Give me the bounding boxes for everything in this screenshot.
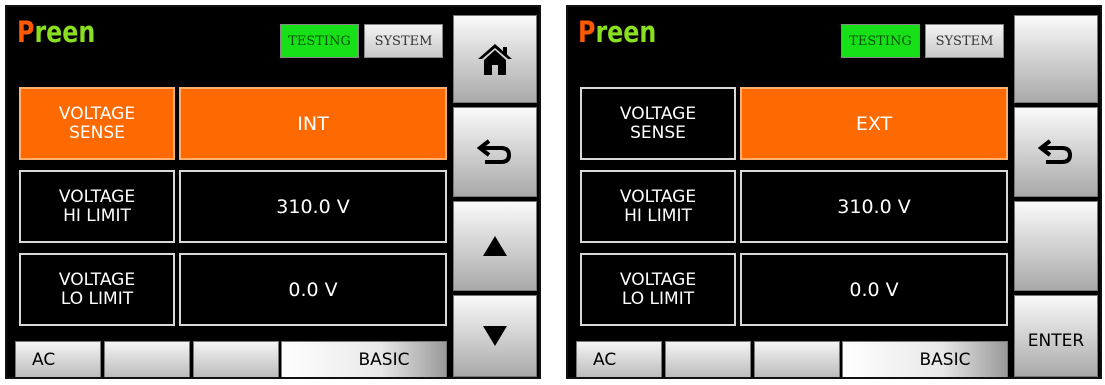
panel-screen-left: Preen TESTING SYSTEM VOLTAGE SENSE INT V…: [5, 5, 541, 379]
back-button[interactable]: [453, 107, 537, 197]
up-button[interactable]: [453, 201, 537, 291]
voltage-lo-limit-value[interactable]: 0.0 V: [740, 253, 1008, 326]
tab-basic[interactable]: BASIC: [842, 341, 1008, 377]
brand-letter-p: P: [17, 15, 35, 49]
voltage-lo-limit-label[interactable]: VOLTAGE LO LIMIT: [580, 253, 736, 326]
enter-button[interactable]: ENTER: [1014, 295, 1098, 377]
panel-screen-right: Preen TESTING SYSTEM VOLTAGE SENSE EXT V…: [566, 5, 1102, 379]
tab-empty-2[interactable]: [754, 341, 840, 377]
system-tab[interactable]: SYSTEM: [364, 24, 443, 58]
brand-text: reen: [595, 15, 657, 49]
back-icon: [1038, 139, 1073, 164]
tab-empty-1[interactable]: [665, 341, 751, 377]
voltage-lo-limit-label[interactable]: VOLTAGE LO LIMIT: [19, 253, 175, 326]
home-icon: [478, 44, 512, 75]
voltage-lo-limit-value[interactable]: 0.0 V: [179, 253, 447, 326]
voltage-sense-value[interactable]: INT: [179, 87, 447, 160]
tab-ac[interactable]: AC: [576, 341, 662, 377]
voltage-hi-limit-value[interactable]: 310.0 V: [179, 170, 447, 243]
brand-text: reen: [34, 15, 96, 49]
voltage-hi-limit-value[interactable]: 310.0 V: [740, 170, 1008, 243]
tab-empty-1[interactable]: [104, 341, 190, 377]
brand-letter-p: P: [578, 15, 596, 49]
brand-logo: Preen: [578, 15, 656, 49]
side-button-blank-middle[interactable]: [1014, 201, 1098, 291]
back-icon: [477, 139, 512, 164]
enter-label: ENTER: [1027, 331, 1085, 351]
tab-ac[interactable]: AC: [15, 341, 101, 377]
testing-tab[interactable]: TESTING: [280, 24, 359, 58]
side-button-blank-top[interactable]: [1014, 15, 1098, 103]
down-button[interactable]: [453, 295, 537, 377]
voltage-hi-limit-label[interactable]: VOLTAGE HI LIMIT: [580, 170, 736, 243]
home-button[interactable]: [453, 15, 537, 103]
voltage-sense-label[interactable]: VOLTAGE SENSE: [19, 87, 175, 160]
voltage-sense-label[interactable]: VOLTAGE SENSE: [580, 87, 736, 160]
down-arrow-icon: [483, 326, 507, 346]
voltage-sense-value[interactable]: EXT: [740, 87, 1008, 160]
testing-tab[interactable]: TESTING: [841, 24, 920, 58]
tab-empty-2[interactable]: [193, 341, 279, 377]
up-arrow-icon: [483, 236, 507, 256]
tab-basic[interactable]: BASIC: [281, 341, 447, 377]
back-button[interactable]: [1014, 107, 1098, 197]
voltage-hi-limit-label[interactable]: VOLTAGE HI LIMIT: [19, 170, 175, 243]
system-tab[interactable]: SYSTEM: [925, 24, 1004, 58]
brand-logo: Preen: [17, 15, 95, 49]
